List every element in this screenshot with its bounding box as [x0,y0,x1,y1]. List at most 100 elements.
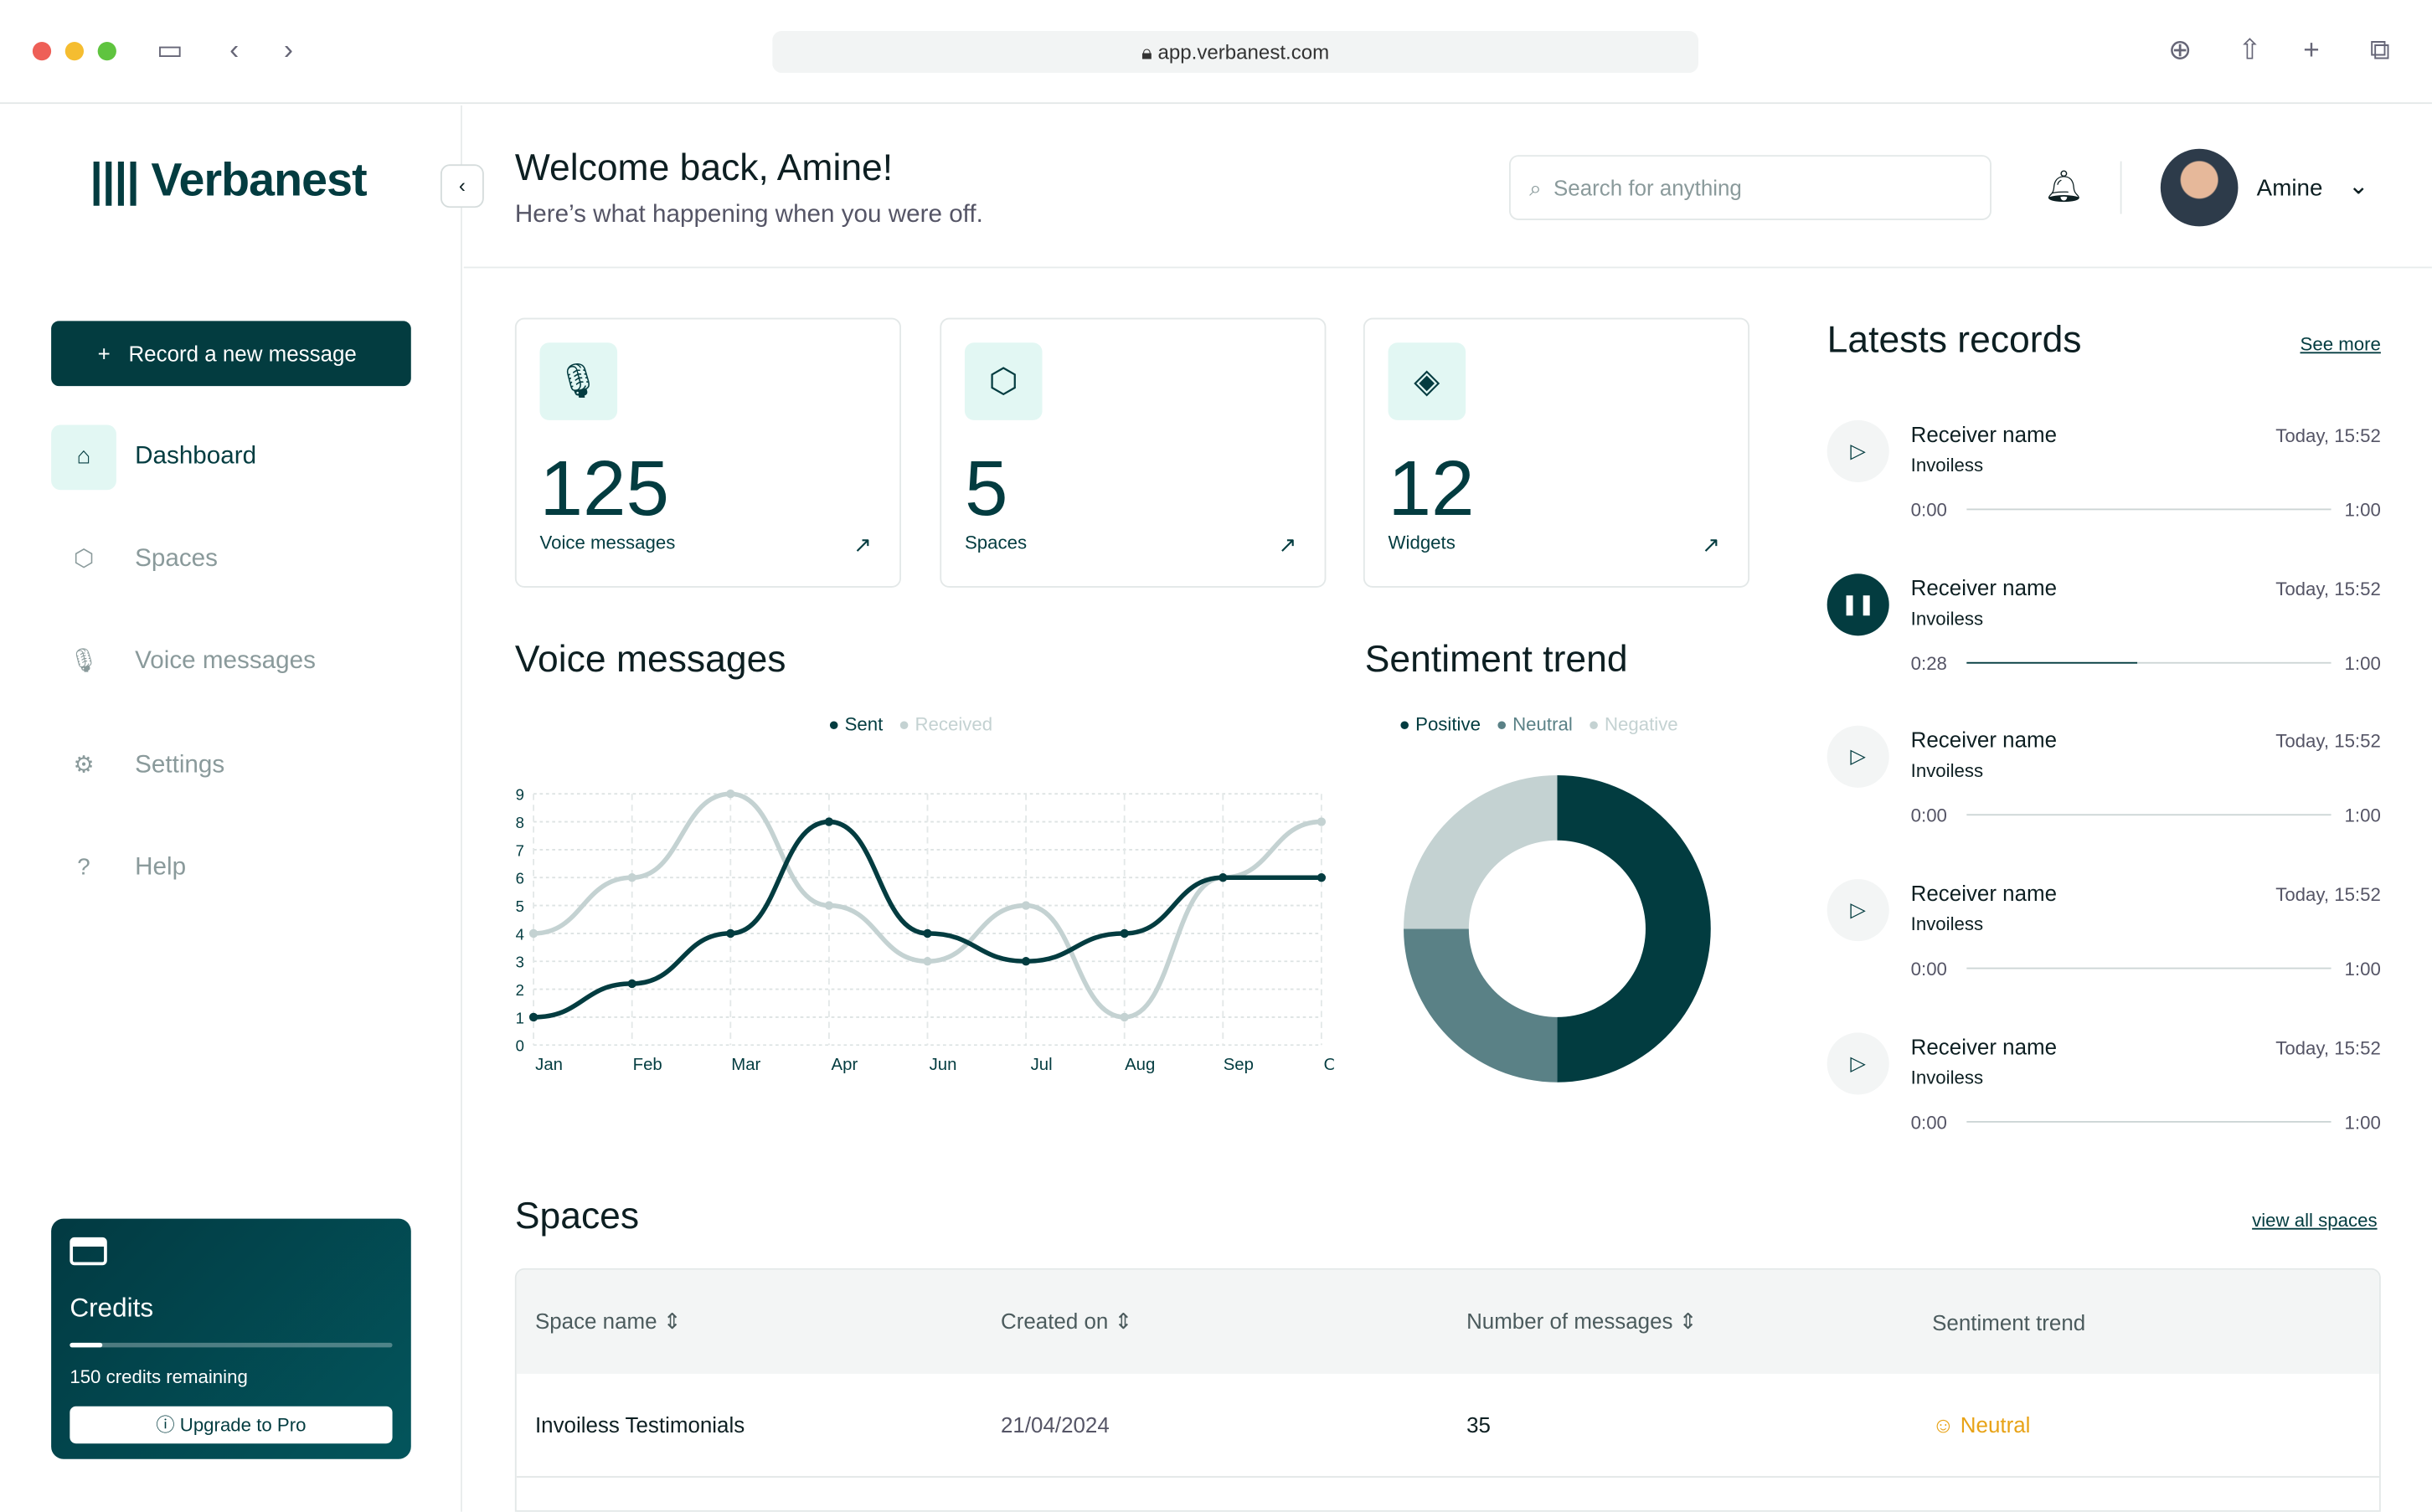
legend-label: Neutral [1512,712,1573,735]
bell-icon[interactable]: 🔔︎ [2044,167,2084,206]
duration: 1:00 [2344,958,2381,980]
maximize-window-button[interactable] [97,42,116,61]
download-icon[interactable]: ⊕ [2168,34,2192,67]
record-item[interactable]: ❚❚ Receiver name Invoiless Today, 15:52 … [1827,568,2381,692]
sidebar-item-dashboard[interactable]: ⌂ Dashboard [51,424,411,491]
sidebar-item-help[interactable]: ? Help [51,836,411,901]
tabs-overview-icon[interactable]: ⧉ [2370,34,2390,67]
legend-received[interactable]: ● Received [899,713,992,735]
sort-icon: ⇕ [662,1309,682,1334]
sidebar-item-settings[interactable]: ⚙ Settings [51,733,411,799]
new-tab-icon[interactable]: + [2303,34,2319,67]
record-item[interactable]: ▷ Receiver name Invoiless Today, 15:52 0… [1827,1027,2381,1151]
table-header: Space name ⇕ Created on ⇕ Number of mess… [516,1269,2379,1374]
sidebar-toggle-icon[interactable]: ▭ [157,34,183,67]
upgrade-button[interactable]: ⓘ Upgrade to Pro [70,1406,393,1444]
record-time: Today, 15:52 [2275,578,2381,600]
legend-negative[interactable]: ● Negative [1588,713,1677,735]
receiver-name: Receiver name [1910,728,2058,753]
stat-card-widgets[interactable]: ◈ 12 Widgets ↗ [1363,317,1750,588]
x-tick-label: Apr [832,1056,858,1074]
chevron-down-icon[interactable]: ⌄ [2348,171,2369,202]
duration: 1:00 [2344,1111,2381,1134]
stat-card-voice-messages[interactable]: 🎙︎ 125 Voice messages ↗ [514,317,902,588]
data-point [824,901,834,910]
play-button[interactable]: ▷ [1827,419,1889,482]
stat-card-spaces[interactable]: ⬡ 5 Spaces ↗ [940,317,1327,588]
cell-created-on: 21/04/2024 [1001,1412,1110,1437]
legend-sent[interactable]: ● Sent [828,713,883,735]
audio-progress[interactable]: 0:28 1:00 [1911,652,2381,674]
current-time: 0:00 [1910,1111,1947,1134]
arrow-up-right-icon: ↗ [853,532,872,557]
close-window-button[interactable] [32,42,52,61]
receiver-name: Receiver name [1910,574,2058,600]
x-tick-label: Aug [1125,1056,1155,1074]
slice-negative[interactable] [1404,775,1558,929]
audio-progress[interactable]: 0:00 1:00 [1911,499,2381,521]
avatar[interactable] [2160,148,2239,227]
user-name[interactable]: Amine [2257,175,2323,201]
sort-icon: ⇕ [1114,1309,1133,1334]
audio-progress[interactable]: 0:00 1:00 [1911,959,2381,980]
y-tick-label: 0 [516,1037,524,1055]
legend-label: Received [915,712,993,735]
logo[interactable]: |||| Verbanest [90,155,367,208]
audio-progress[interactable]: 0:00 1:00 [1911,805,2381,827]
mic-icon: 🎙︎ [69,648,99,675]
back-icon[interactable]: ‹ [229,34,239,67]
data-point [923,957,932,966]
record-time: Today, 15:52 [2275,424,2381,447]
neutral-face-icon: ☺ [1932,1412,1961,1437]
see-more-link[interactable]: See more [2301,333,2381,355]
y-tick-label: 6 [516,870,524,887]
mic-icon: 🎙︎ [539,342,618,420]
column-created-on[interactable]: Created on ⇕ [982,1309,1448,1335]
forward-icon[interactable]: › [284,34,293,67]
table-row[interactable]: Invoiless Testimonials 21/04/2024 35 ☺ N… [516,1374,2379,1478]
placeholder: Search for anything [1553,175,1742,200]
sidebar-item-spaces[interactable]: ⬡ Spaces [51,527,411,593]
play-button[interactable]: ▷ [1827,726,1889,789]
column-space-name[interactable]: Space name ⇕ [517,1309,982,1335]
record-new-message-button[interactable]: + Record a new message [51,321,411,387]
play-button[interactable]: ▷ [1827,879,1889,942]
sidebar-item-voice-messages[interactable]: 🎙︎ Voice messages [51,630,411,695]
label: Upgrade to Pro [179,1414,307,1436]
data-point [726,928,735,939]
arrow-up-right-icon: ↗ [1278,532,1297,557]
y-tick-label: 9 [516,786,524,804]
record-item[interactable]: ▷ Receiver name Invoiless Today, 15:52 0… [1827,415,2381,539]
share-icon[interactable]: ⇧ [2238,34,2261,67]
credits-progress [70,1342,393,1348]
pause-button[interactable]: ❚❚ [1827,573,1889,635]
spaces-title: Spaces [514,1195,640,1237]
record-item[interactable]: ▷ Receiver name Invoiless Today, 15:52 0… [1827,722,2381,846]
data-point [528,1012,538,1022]
audio-progress[interactable]: 0:00 1:00 [1911,1112,2381,1134]
play-button[interactable]: ▷ [1827,1032,1889,1095]
minimize-window-button[interactable] [64,42,85,61]
legend-neutral[interactable]: ● Neutral [1497,713,1573,735]
label: Number of messages [1466,1309,1673,1334]
record-item[interactable]: ▷ Receiver name Invoiless Today, 15:52 0… [1827,875,2381,999]
search-input[interactable]: ⌕ Search for anything [1508,155,1991,220]
current-time: 0:00 [1910,805,1947,827]
help-icon: ? [77,854,90,881]
voice-messages-line-chart: 0 1 2 3 4 5 6 7 8 9 Jan Feb Mar Apr Jun Jul Aug Sep Oct [516,786,1334,1074]
slice-neutral[interactable] [1404,928,1558,1083]
spaces-table: Space name ⇕ Created on ⇕ Number of mess… [514,1268,2381,1512]
y-tick-label: 1 [516,1009,524,1026]
slice-positive[interactable] [1557,775,1711,1083]
y-tick-label: 3 [516,954,524,971]
search-icon: ⌕ [1529,175,1554,200]
column-sentiment-trend: Sentiment trend [1932,1309,2086,1335]
sort-icon: ⇕ [1678,1309,1698,1334]
label: Created on [1001,1309,1109,1334]
sentiment-chart-title: Sentiment trend [1364,639,1628,681]
column-number-of-messages[interactable]: Number of messages ⇕ [1448,1309,1914,1335]
view-all-spaces-link[interactable]: view all spaces [2252,1210,2377,1232]
record-time: Today, 15:52 [2275,1036,2381,1059]
address-bar[interactable]: 🔒︎ app.verbanest.com [772,31,1698,74]
legend-positive[interactable]: ● Positive [1399,713,1481,735]
